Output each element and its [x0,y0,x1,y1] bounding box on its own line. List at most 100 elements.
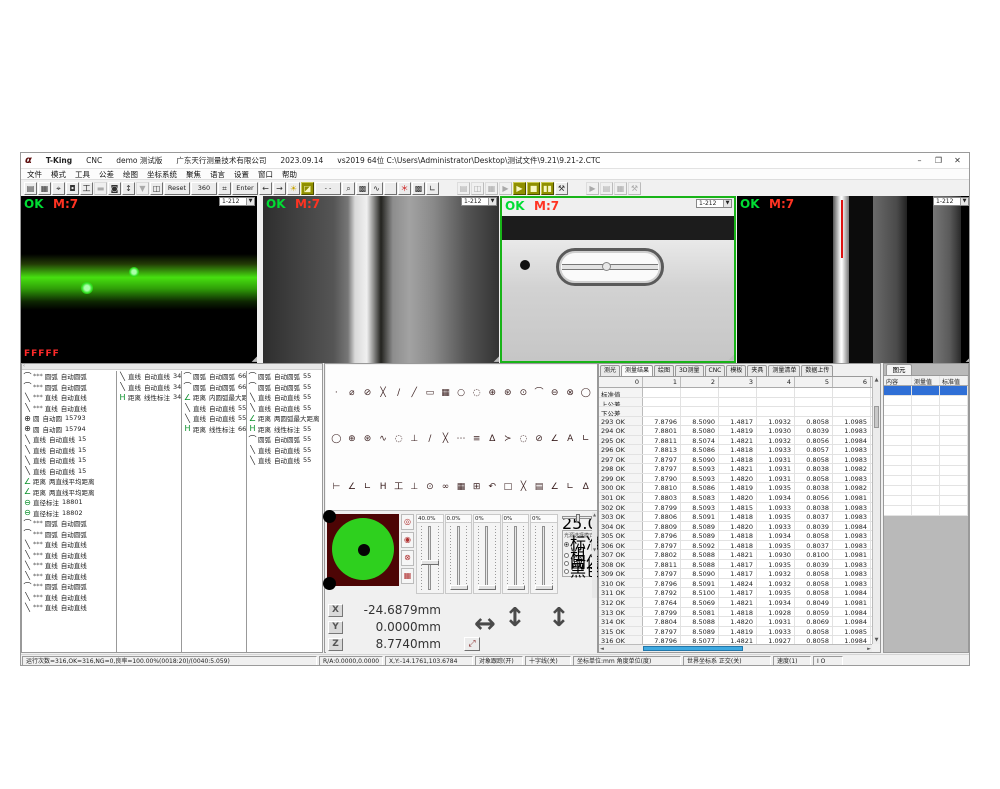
element-row[interactable] [884,436,968,446]
ring-light-pad[interactable] [327,514,399,586]
arrow-right-button[interactable]: → [273,182,286,195]
table-vscroll-thumb[interactable] [874,406,879,428]
feature-row[interactable]: ╲直线自动直线55 [247,403,324,414]
measure-tool-icon-r2-1[interactable]: ◯ [329,433,344,447]
feature-row[interactable]: ∠距离两直线平均距离 [22,476,116,487]
menu-窗口[interactable]: 窗口 [258,169,273,180]
ring-light-circle[interactable] [332,518,394,580]
menu-聚焦[interactable]: 聚焦 [186,169,201,180]
measure-tool-icon-r1-10[interactable]: ◌ [469,387,484,401]
measure-tool-icon-r2-5[interactable]: ◌ [391,433,406,447]
feature-row[interactable]: ⌒圆弧自动圆弧55 [247,371,324,382]
feature-row[interactable]: ∠距离两圆弧最大距离 [247,413,324,424]
feature-row[interactable]: ╲直线自动直线55 [247,445,324,456]
dash-button[interactable]: - - [315,182,341,195]
settings-button[interactable]: ⚒ [628,182,641,195]
feature-row[interactable]: ⊖直径标注18801 [22,497,116,508]
menu-文件[interactable]: 文件 [27,169,42,180]
menu-模式[interactable]: 模式 [51,169,66,180]
light-channel-slider-3[interactable]: 0% [473,514,501,594]
light-channel-slider-1[interactable]: 40.0% [416,514,444,594]
measure-tool-icon-r1-16[interactable]: ⊗ [563,387,578,401]
measure-tool-icon-r2-7[interactable]: ∕ [423,433,438,447]
feature-row[interactable]: ⌒圆弧自动圆弧55 [247,382,324,393]
feature-row[interactable]: ⌒***圆弧自动圆弧 [22,529,116,540]
jog-xy-arrows-icon[interactable]: ↔ [474,609,496,639]
measure-tool-icon-r3-7[interactable]: ⊙ [423,481,438,495]
feature-row[interactable]: ╲***直线自动直线 [22,560,116,571]
menu-坐标系统[interactable]: 坐标系统 [147,169,177,180]
save3-button[interactable]: ▤ [600,182,613,195]
feature-row[interactable]: ⊕圆自动圆15794 [22,424,116,435]
measure-tool-icon-r1-2[interactable]: ⌀ [345,387,360,401]
table-row[interactable]: 293 OK7.87968.50901.48171.09320.80581.09… [599,417,872,427]
laser-button[interactable]: ＊ [398,182,411,195]
scroll-down-icon[interactable]: ▼ [873,636,880,644]
table-hscrollbar[interactable]: ◄ ► [599,644,872,652]
image-button[interactable]: ◪ [301,182,314,195]
feature-row[interactable]: ╲***直线自动直线 [22,592,116,603]
element-row[interactable] [884,476,968,486]
measure-tool-icon-r3-10[interactable]: ⊞ [469,481,484,495]
scroll-left-icon[interactable]: ◄ [600,645,604,653]
stop-button[interactable]: ■ [527,182,540,195]
ring-zone-2-button[interactable]: ◉ [401,532,414,548]
table-row[interactable]: 307 OK7.88028.50881.48211.09300.81001.09… [599,550,872,560]
feature-row[interactable]: ∠距离两直线平均距离 [22,487,116,498]
open2-button[interactable]: ▦ [485,182,498,195]
measure-tool-icon-r3-3[interactable]: ∟ [360,481,375,495]
measure-tool-icon-r2-10[interactable]: ≡ [469,433,484,447]
measure-tool-icon-r2-15[interactable]: ∠ [547,433,562,447]
measure-tool-icon-r2-16[interactable]: A [563,433,578,447]
measure-tool-icon-r2-13[interactable]: ◌ [516,433,531,447]
measure-tool-icon-r1-3[interactable]: ⊘ [360,387,375,401]
mode-threshold-radio[interactable] [564,561,569,566]
table-row[interactable]: 297 OK7.87978.50901.48181.09310.80581.09… [599,455,872,465]
jog-y-arrows-icon[interactable]: ↕ [504,603,526,633]
save2-button[interactable]: ▤ [457,182,470,195]
brightness-slider[interactable] [562,516,592,519]
jog-diagonal-button[interactable]: ⤢ [464,637,480,651]
measure-tool-icon-r3-4[interactable]: H [376,481,391,495]
scroll-right-icon[interactable]: ► [867,645,871,653]
table-row[interactable]: 305 OK7.87968.50891.48181.09340.80581.09… [599,531,872,541]
crosshair-tool-button[interactable]: ⌖ [52,182,65,195]
column-header-2[interactable]: 2 [681,377,719,387]
measure-tool-icon-r2-14[interactable]: ⊘ [532,433,547,447]
run-button[interactable]: ▶ [513,182,526,195]
column-header-3[interactable]: 3 [719,377,757,387]
menu-帮助[interactable]: 帮助 [282,169,297,180]
chevron-down-icon[interactable]: ▼ [246,198,254,205]
measure-tool-icon-r3-1[interactable]: ⊢ [329,481,344,495]
measure-tool-icon-r3-6[interactable]: ⊥ [407,481,422,495]
play-gray-button[interactable]: ▶ [499,182,512,195]
camera-4-zoom-select[interactable]: 1-212▼ [933,197,969,206]
tab-3D测量[interactable]: 3D测量 [675,365,703,376]
arrow-left-button[interactable]: ← [259,182,272,195]
tab-测量结果[interactable]: 测量结果 [621,365,653,376]
menu-绘图[interactable]: 绘图 [123,169,138,180]
reset-button[interactable]: Reset [164,182,190,195]
measure-tool-icon-r1-14[interactable]: ⌒ [532,387,547,401]
camera-1-zoom-select[interactable]: 1-212▼ [219,197,255,206]
feature-row[interactable]: ⊖直径标注18802 [22,508,116,519]
measure-tool-icon-r3-2[interactable]: ∠ [345,481,360,495]
table-hscroll-thumb[interactable] [643,646,743,651]
feature-row[interactable]: H距离线性标注55 [247,424,324,435]
feature-row[interactable]: ╲直线自动直线34 [117,371,181,382]
menu-设置[interactable]: 设置 [234,169,249,180]
tools-button[interactable]: ⚒ [555,182,568,195]
camera-3-resize-grip[interactable]: ◢ [729,354,734,361]
camera-2-resize-grip[interactable]: ◢ [494,356,499,363]
measure-tool-icon-r1-5[interactable]: ∕ [391,387,406,401]
feature-row[interactable]: ╲直线自动直线15 [22,455,116,466]
blank-button[interactable] [384,182,397,195]
feature-row[interactable]: ╲直线自动直线15 [22,466,116,477]
camera-4-view[interactable]: OK M:7 1-212▼ ◢ [737,196,970,363]
feature-row[interactable]: ╲直线自动直线55 [182,413,246,424]
table-row[interactable]: 316 OK7.87968.50771.48211.09270.80581.09… [599,636,872,644]
dual-window-button[interactable]: ◫ [471,182,484,195]
measure-tool-icon-r2-3[interactable]: ⊛ [360,433,375,447]
table-row[interactable]: 315 OK7.87978.50891.48191.09330.80581.09… [599,627,872,637]
light-channel-slider-2[interactable]: 0.0% [445,514,473,594]
